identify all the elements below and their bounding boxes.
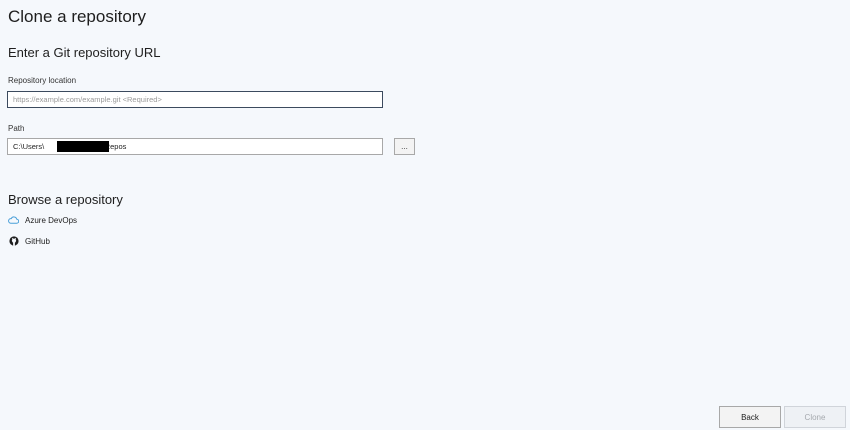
- browse-path-button[interactable]: ...: [394, 138, 415, 155]
- back-button[interactable]: Back: [719, 406, 781, 428]
- provider-label: Azure DevOps: [25, 215, 78, 225]
- cloud-icon: [8, 215, 19, 226]
- clone-button[interactable]: Clone: [784, 406, 846, 428]
- repository-location-label: Repository location: [8, 76, 77, 85]
- provider-github[interactable]: GitHub: [8, 234, 50, 248]
- redacted-username: [57, 141, 109, 152]
- browse-repository-heading: Browse a repository: [8, 192, 123, 207]
- repository-location-input[interactable]: [7, 91, 383, 108]
- provider-azure-devops[interactable]: Azure DevOps: [8, 213, 77, 227]
- provider-label: GitHub: [25, 236, 50, 246]
- path-label: Path: [8, 124, 25, 133]
- github-icon: [8, 236, 19, 247]
- enter-url-heading: Enter a Git repository URL: [8, 45, 161, 60]
- page-title: Clone a repository: [8, 7, 146, 26]
